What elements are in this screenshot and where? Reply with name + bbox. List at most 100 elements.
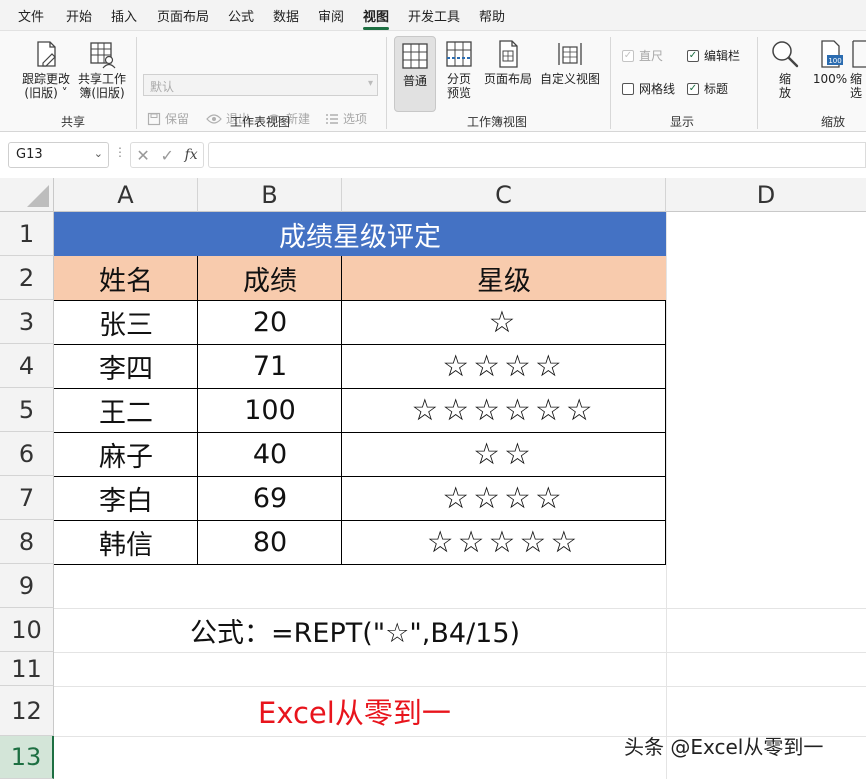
row-header-11[interactable]: 11 [0, 652, 54, 686]
chevron-down-icon: ⌄ [93, 147, 103, 160]
score-cell[interactable]: 69 [198, 476, 342, 520]
formula-bar: G13 ⌄ ⋮ ✕ ✓ fx [0, 132, 866, 178]
row-header-5[interactable]: 5 [0, 388, 54, 432]
normal-view-icon [402, 43, 428, 69]
menu-file[interactable]: 文件 [18, 6, 44, 25]
normal-view-button[interactable]: 普通 [394, 36, 436, 112]
menu-home[interactable]: 开始 [66, 6, 92, 25]
ruler-checkbox[interactable]: ✓ 直尺 [622, 47, 663, 64]
name-cell[interactable]: 王二 [54, 388, 198, 432]
row-header-2[interactable]: 2 [0, 256, 54, 300]
cancel-icon[interactable]: ✕ [136, 146, 149, 165]
table-border [54, 564, 666, 565]
track-changes-icon [37, 41, 56, 67]
track-changes-button[interactable]: 跟踪更改 (旧版) ˅ [18, 39, 74, 100]
name-cell[interactable]: 麻子 [54, 432, 198, 476]
view-options-button[interactable]: 选项 [325, 110, 367, 127]
column-header-c[interactable]: C [342, 178, 666, 212]
custom-view-button[interactable]: 自定义视图 [538, 39, 602, 86]
header-name[interactable]: 姓名 [54, 256, 198, 300]
header-stars[interactable]: 星级 [342, 256, 666, 300]
table-border [341, 256, 342, 564]
group-separator [610, 37, 611, 129]
menu-formulas[interactable]: 公式 [228, 6, 254, 25]
star-rating-cell[interactable]: ☆☆☆☆☆☆ [342, 388, 666, 432]
menu-page-layout[interactable]: 页面布局 [157, 6, 209, 25]
table-border [665, 300, 666, 564]
menu-insert[interactable]: 插入 [111, 6, 137, 25]
select-all-corner[interactable] [0, 178, 54, 212]
table-border [197, 256, 198, 564]
name-cell[interactable]: 李白 [54, 476, 198, 520]
zoom-selection-button[interactable]: 缩 选 [850, 39, 866, 100]
zoom-button[interactable]: 缩 放 [768, 39, 802, 100]
keep-view-button[interactable]: 保留 [147, 110, 189, 127]
page-layout-view-button[interactable]: 页面布局 [482, 39, 534, 86]
table-border [54, 476, 666, 477]
menu-developer[interactable]: 开发工具 [408, 6, 460, 25]
gridline [54, 686, 866, 687]
score-cell[interactable]: 80 [198, 520, 342, 564]
formula-note[interactable]: 公式：=REPT("☆",B4/15) [190, 611, 520, 650]
ribbon: 跟踪更改 (旧版) ˅ 共享工作 簿(旧版) 共享 默认 ▾ 保留 退出 新建 … [0, 30, 866, 132]
group-separator [757, 37, 758, 129]
group-separator [386, 37, 387, 129]
share-workbook-button[interactable]: 共享工作 簿(旧版) [74, 39, 130, 100]
star-rating-cell[interactable]: ☆ [342, 300, 666, 344]
row-header-13[interactable]: 13 [0, 736, 54, 779]
row-header-4[interactable]: 4 [0, 344, 54, 388]
header-score[interactable]: 成绩 [198, 256, 342, 300]
formula-buttons: ✕ ✓ fx [130, 142, 204, 168]
table-title[interactable]: 成绩星级评定 [54, 212, 666, 256]
menu-help[interactable]: 帮助 [479, 6, 505, 25]
formula-bar-checkbox[interactable]: ✓ 编辑栏 [687, 47, 740, 64]
star-rating-cell[interactable]: ☆☆☆☆ [342, 476, 666, 520]
group-label-zoom: 缩放 [820, 115, 846, 129]
row-header-12[interactable]: 12 [0, 686, 54, 736]
column-header-d[interactable]: D [666, 178, 866, 212]
name-cell[interactable]: 李四 [54, 344, 198, 388]
menu-bar: 文件 开始 插入 页面布局 公式 数据 审阅 视图 开发工具 帮助 [0, 0, 866, 30]
score-cell[interactable]: 71 [198, 344, 342, 388]
score-cell[interactable]: 20 [198, 300, 342, 344]
score-cell[interactable]: 100 [198, 388, 342, 432]
name-box[interactable]: G13 ⌄ [8, 142, 109, 168]
row-header-6[interactable]: 6 [0, 432, 54, 476]
row-header-7[interactable]: 7 [0, 476, 54, 520]
page-layout-icon [499, 40, 518, 68]
star-rating-cell[interactable]: ☆☆☆☆☆ [342, 520, 666, 564]
row-header-3[interactable]: 3 [0, 300, 54, 344]
star-rating-cell[interactable]: ☆☆☆☆ [342, 344, 666, 388]
row-header-8[interactable]: 8 [0, 520, 54, 564]
column-header-a[interactable]: A [54, 178, 198, 212]
gridlines-checkbox[interactable]: 网格线 [622, 80, 675, 97]
row-header-10[interactable]: 10 [0, 608, 54, 652]
formula-input[interactable] [208, 142, 866, 168]
insert-function-icon[interactable]: fx [185, 147, 198, 163]
group-label-sheet-view: 工作表视图 [229, 115, 291, 129]
menu-review[interactable]: 审阅 [318, 6, 344, 25]
row-header-1[interactable]: 1 [0, 212, 54, 256]
gridline [54, 608, 866, 609]
brand-text[interactable]: Excel从零到一 [258, 690, 451, 732]
name-cell[interactable]: 张三 [54, 300, 198, 344]
menu-data[interactable]: 数据 [273, 6, 299, 25]
checkbox-unchecked-icon [622, 82, 634, 95]
score-cell[interactable]: 40 [198, 432, 342, 476]
menu-view[interactable]: 视图 [363, 6, 390, 30]
row-header-9[interactable]: 9 [0, 564, 54, 608]
page-break-preview-button[interactable]: 分页 预览 [440, 39, 478, 100]
sheet-view-select[interactable]: 默认 ▾ [143, 74, 378, 96]
zoom-100-button[interactable]: 100 100% [810, 39, 850, 86]
name-cell[interactable]: 韩信 [54, 520, 198, 564]
checkbox-checked-icon: ✓ [687, 49, 699, 62]
table-border [54, 432, 666, 433]
column-header-b[interactable]: B [198, 178, 342, 212]
more-icon: ⋮ [114, 145, 126, 159]
headings-checkbox[interactable]: ✓ 标题 [687, 80, 728, 97]
gridline [54, 652, 866, 653]
confirm-icon[interactable]: ✓ [160, 146, 173, 165]
star-rating-cell[interactable]: ☆☆ [342, 432, 666, 476]
save-icon [147, 112, 161, 125]
table-border [54, 300, 666, 301]
